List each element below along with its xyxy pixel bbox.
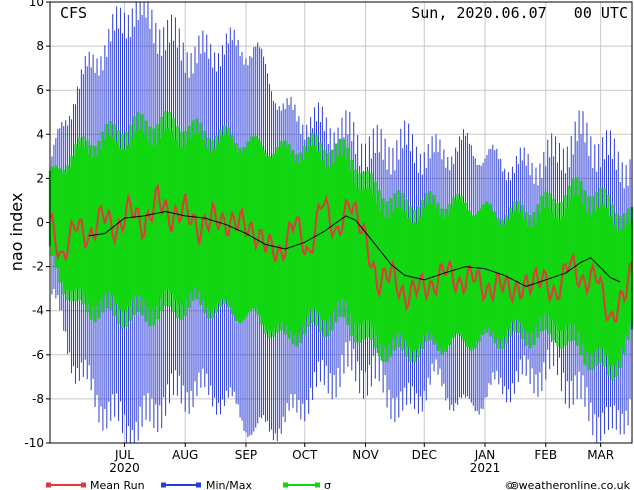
x-tick-label: FEB — [534, 448, 557, 462]
legend-mean-marker-start — [46, 482, 51, 488]
legend-sigma-marker-end — [315, 482, 320, 488]
y-tick-label: 2 — [36, 171, 44, 185]
legend-mean-label: Mean Run — [90, 479, 145, 490]
y-tick-label: 6 — [36, 83, 44, 97]
x-tick-label: OCT — [292, 448, 318, 462]
y-tick-label: 8 — [36, 39, 44, 53]
x-year-label: 2020 — [109, 461, 140, 475]
x-tick-label: MAR — [587, 448, 614, 462]
y-tick-label: 10 — [29, 0, 44, 9]
x-tick-label: NOV — [352, 448, 379, 462]
y-tick-label: -2 — [32, 260, 44, 274]
run-date-label: Sun, 2020.06.07 00 UTC — [411, 4, 628, 22]
x-tick-label: AUG — [172, 448, 198, 462]
legend-mean-marker-end — [81, 482, 86, 488]
legend-item-min-max: Min/Max — [161, 479, 252, 490]
y-tick-label: 0 — [36, 216, 44, 230]
y-tick-label: -6 — [32, 348, 44, 362]
legend-item-sigma: σ — [283, 479, 331, 490]
x-tick-label: SEP — [235, 448, 257, 462]
credit-label: © weatheronline.co.uk — [504, 479, 630, 490]
legend-sigma-label: σ — [324, 479, 331, 490]
x-axis-ticks: JUL2020 AUG SEP OCT NOV DEC JAN2021 FEB MAR — [109, 443, 614, 475]
legend-minmax-marker-start — [161, 482, 166, 488]
legend-sigma-marker-start — [283, 482, 288, 488]
nao-index-chart: -10 -8 -6 -4 -2 0 2 4 6 8 10 JUL2020 AUG SEP OCT NOV DE… — [7, 0, 634, 490]
x-tick-label: DEC — [412, 448, 437, 462]
x-year-label: 2021 — [470, 461, 501, 475]
y-axis-ticks: -10 -8 -6 -4 -2 0 2 4 6 8 10 — [24, 0, 50, 450]
legend: Mean Run Min/Max σ — [46, 479, 331, 490]
y-tick-label: -10 — [24, 436, 44, 450]
y-tick-label: 4 — [36, 127, 44, 141]
x-tick-label: JAN — [474, 448, 496, 462]
legend-minmax-marker-end — [196, 482, 201, 488]
y-tick-label: -4 — [32, 304, 44, 318]
x-tick-label: JUL — [114, 448, 134, 462]
sigma-bars — [48, 111, 634, 381]
model-label: CFS — [60, 4, 87, 22]
y-axis-label: nao index — [7, 193, 26, 272]
legend-minmax-label: Min/Max — [206, 479, 252, 490]
legend-item-mean-run: Mean Run — [46, 479, 145, 490]
y-tick-label: -8 — [32, 392, 44, 406]
